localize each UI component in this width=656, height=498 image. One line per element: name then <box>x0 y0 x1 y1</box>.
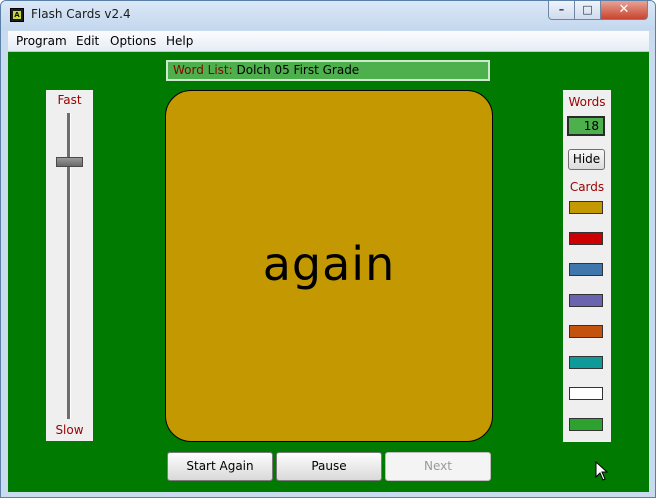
title-bar[interactable]: A Flash Cards v2.4 – □ ✕ <box>1 1 655 30</box>
minimize-icon: – <box>558 3 565 16</box>
steel-blue-card-swatch[interactable] <box>569 263 603 276</box>
green-card-swatch[interactable] <box>569 418 603 431</box>
word-list-value: Dolch 05 First Grade <box>236 63 360 77</box>
cards-label: Cards <box>569 180 605 194</box>
menu-program[interactable]: Program <box>16 34 67 48</box>
word-list-display[interactable]: Word List: Dolch 05 First Grade <box>166 60 490 81</box>
red-card-swatch[interactable] <box>569 232 603 245</box>
hide-button[interactable]: Hide <box>568 149 605 170</box>
pause-button[interactable]: Pause <box>276 452 382 481</box>
window-title: Flash Cards v2.4 <box>31 7 131 21</box>
orange-card-swatch[interactable] <box>569 325 603 338</box>
mouse-pointer-icon <box>595 461 609 481</box>
app-window: A Flash Cards v2.4 – □ ✕ Program Edit Op… <box>0 0 656 498</box>
app-icon[interactable]: A <box>10 8 24 22</box>
menu-edit[interactable]: Edit <box>76 34 99 48</box>
flash-card[interactable]: again <box>165 90 493 442</box>
white-card-swatch[interactable] <box>569 387 603 400</box>
close-button[interactable]: ✕ <box>600 1 648 20</box>
teal-card-swatch[interactable] <box>569 356 603 369</box>
speed-panel: Fast Slow <box>46 90 93 441</box>
purple-card-swatch[interactable] <box>569 294 603 307</box>
menu-help[interactable]: Help <box>166 34 193 48</box>
gold-card-swatch[interactable] <box>569 201 603 214</box>
card-word: again <box>262 237 396 291</box>
maximize-button[interactable]: □ <box>574 1 601 20</box>
speed-fast-label: Fast <box>57 93 82 107</box>
maximize-icon: □ <box>582 3 593 16</box>
speed-slow-label: Slow <box>55 423 84 437</box>
app-icon-letter: A <box>13 11 21 19</box>
speed-slider-thumb[interactable] <box>56 157 83 168</box>
close-icon: ✕ <box>618 2 630 17</box>
next-button[interactable]: Next <box>385 452 491 481</box>
start-again-button[interactable]: Start Again <box>167 452 273 481</box>
menu-bar: Program Edit Options Help <box>8 31 649 52</box>
word-list-label: Word List: <box>173 63 233 77</box>
menu-options[interactable]: Options <box>110 34 156 48</box>
word-count-field[interactable]: 18 <box>567 116 605 136</box>
words-label: Words <box>568 95 606 109</box>
words-panel: Words 18 Hide Cards <box>563 90 611 442</box>
minimize-button[interactable]: – <box>548 1 575 20</box>
flash-card-area: Word List: Dolch 05 First Grade Fast Slo… <box>8 52 649 492</box>
